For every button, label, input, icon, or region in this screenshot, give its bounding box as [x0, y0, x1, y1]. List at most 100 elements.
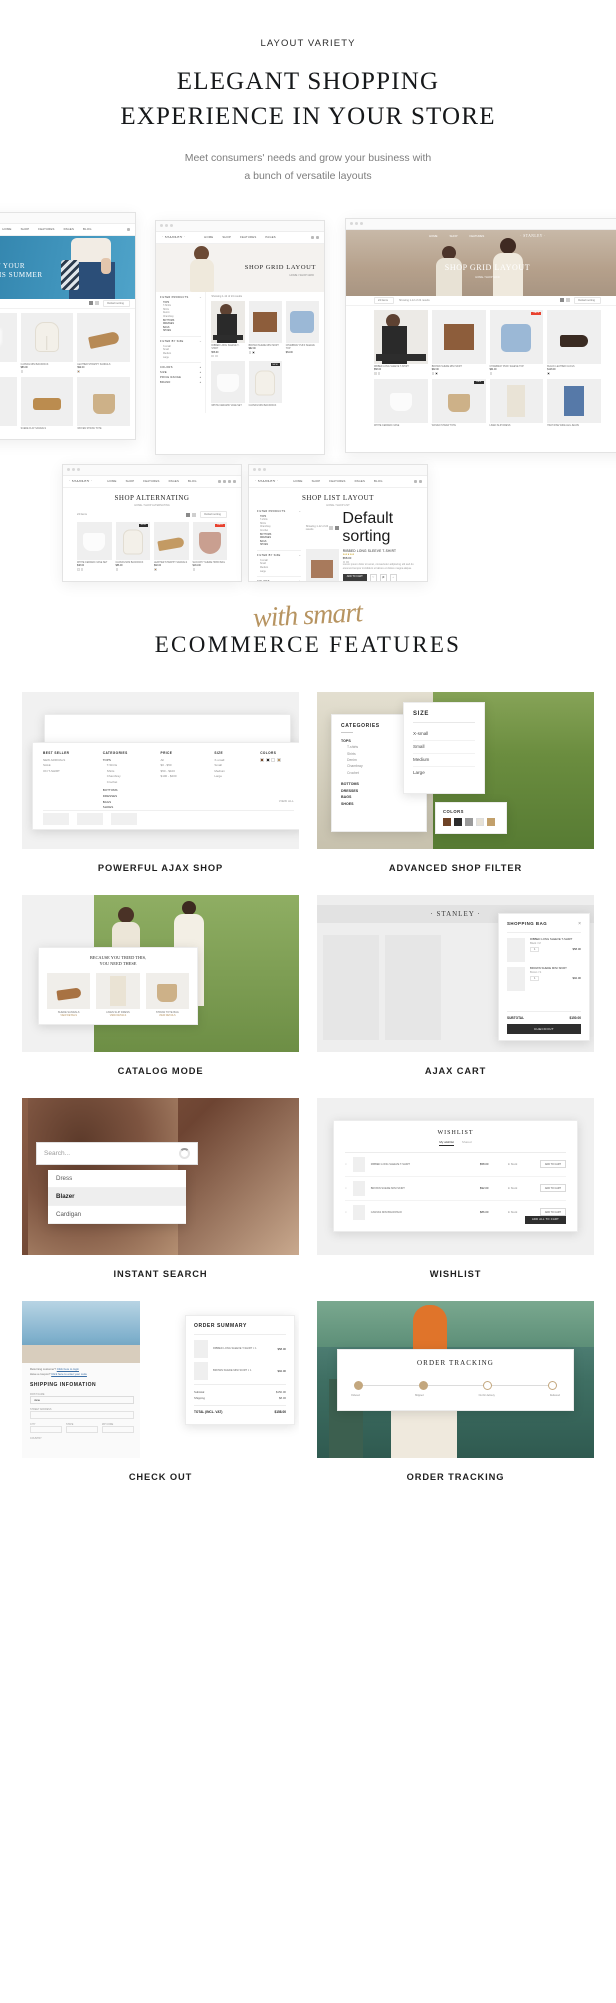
row-add-to-cart-button[interactable]: ADD TO CART [539, 1160, 566, 1169]
promo-tile[interactable] [111, 812, 137, 825]
grid-view-icon[interactable] [560, 298, 565, 303]
layout-preview-shop-grid-sidebar[interactable]: · STANLEY · HOME SHOP FEATURES PAGES SHO… [155, 219, 325, 455]
product-list-item[interactable]: RIBBED LONG SLEEVE T-SHIRT ★★★★★ $58.00 … [305, 548, 419, 581]
color-swatches[interactable] [431, 372, 486, 375]
preview-filter-sidebar[interactable]: FILTER PRODUCTS − TOPS T-Shirts Shirts De… [156, 291, 207, 413]
filter-colors-title[interactable]: COLORS+ [257, 580, 301, 581]
cart-line-item[interactable]: RIBBED LONG SLEEVE T-SHIRT Black / M 1 $… [507, 937, 581, 962]
menu-item[interactable]: Crochet [103, 780, 147, 786]
add-all-to-cart-button[interactable]: ADD ALL TO CART [524, 1215, 566, 1224]
product-card[interactable]: WHITE CERAMIC VASE SET $48.00 [0, 312, 17, 373]
layout-preview-shop-alternating[interactable]: · STANLEY · HOME SHOP FEATURES PAGES BLO… [62, 463, 242, 582]
filter-size-title[interactable]: FILTER BY SIZE − [257, 554, 301, 557]
grid-view-icon[interactable] [329, 525, 334, 530]
color-swatches[interactable] [260, 757, 294, 762]
product-card[interactable]: BROWN SUEDE MINI SKIRT $92.00 [431, 309, 486, 375]
nav-item-pages[interactable]: PAGES [64, 227, 74, 231]
view-mode-toggle[interactable] [560, 298, 571, 303]
product-card[interactable]: NEW CANVAS MINI BACKPACK $86.00 [115, 521, 150, 571]
wishlist-icon[interactable]: ♡ [369, 573, 377, 581]
quickview-icon[interactable]: ⌕ [389, 573, 397, 581]
account-icon[interactable] [223, 479, 226, 483]
filter-size-panel[interactable]: SIZE X-small Small Medium Large [403, 701, 485, 794]
tab-shared[interactable]: Shared [462, 1140, 472, 1146]
site-logo[interactable]: · STANLEY · [255, 479, 278, 483]
feature-card-powerful-ajax-shop[interactable]: BEST SELLER NEW ARRIVALS SALE ON T-SHIRT… [22, 691, 299, 873]
search-suggestion[interactable]: Dress [48, 1169, 186, 1188]
size-option[interactable]: Small [413, 741, 475, 753]
filter-button[interactable]: 24 Items [374, 296, 394, 304]
nav-item-shop[interactable]: SHOP [126, 479, 135, 483]
catalog-item[interactable]: STRAW TOTE BAG VIEW DETAILS [145, 973, 189, 1017]
sort-select[interactable]: Default sorting [103, 299, 130, 307]
color-swatches[interactable] [547, 372, 601, 375]
cart-icon[interactable] [127, 227, 130, 231]
search-bar[interactable]: Search... [36, 1141, 198, 1165]
nav-item-features[interactable]: FEATURES [38, 227, 54, 231]
remove-icon[interactable]: × [345, 1210, 347, 1214]
ajax-shop-megamenu[interactable]: BEST SELLER NEW ARRIVALS SALE ON T-SHIRT… [32, 741, 299, 830]
size-option[interactable]: X-small [413, 728, 475, 740]
product-card[interactable]: CANVAS MINI BACKPACK $86.00 [20, 312, 74, 373]
nav-item-blog[interactable]: BLOG [188, 479, 197, 483]
product-card[interactable]: LINEN SLIP DRESS [489, 378, 544, 428]
cart-item-qty[interactable]: 1 [530, 975, 540, 981]
nav-item-shop[interactable]: SHOP [222, 235, 231, 239]
size-option[interactable]: Medium [413, 754, 475, 766]
color-swatches[interactable] [443, 817, 499, 826]
search-icon[interactable] [414, 479, 417, 483]
cart-drawer[interactable]: SHOPPING BAG × RIBBED LONG SLEEVE T-SHIR… [498, 912, 590, 1041]
layout-preview-shop-list[interactable]: · STANLEY · HOME SHOP FEATURES PAGES BLO… [248, 463, 428, 582]
checkout-button[interactable]: CHECKOUT [507, 1023, 581, 1034]
filter-price-title[interactable]: PRICE RANGE + [160, 376, 201, 379]
catalog-item-cta[interactable]: VIEW DETAILS [96, 1014, 139, 1017]
row-add-to-cart-button[interactable]: ADD TO CART [539, 1184, 566, 1193]
filter-group[interactable]: SHOES [257, 544, 301, 548]
cart-icon[interactable] [316, 235, 319, 239]
view-mode-toggle[interactable] [186, 512, 197, 517]
color-swatches[interactable] [248, 351, 282, 354]
nav-item-home[interactable]: HOME [429, 234, 437, 238]
site-logo[interactable]: · STANLEY · [162, 235, 185, 239]
add-to-cart-button[interactable]: ADD TO CART [342, 573, 367, 581]
wishlist-row[interactable]: × BROWN SUEDE MINI SKIRT $92.00 In Stock… [345, 1177, 566, 1201]
cart-icon[interactable] [233, 479, 236, 483]
view-mode-toggle[interactable] [329, 525, 340, 530]
wishlist-icon[interactable] [228, 479, 231, 483]
store-logo[interactable]: · STANLEY · [430, 910, 480, 918]
login-link[interactable]: Click here to login [57, 1367, 79, 1371]
catalog-item-cta[interactable]: VIEW DETAILS [47, 1014, 90, 1017]
list-view-icon[interactable] [335, 525, 340, 530]
color-swatches[interactable] [154, 568, 189, 571]
nav-item-pages[interactable]: PAGES [355, 479, 365, 483]
nav-item-blog[interactable]: BLOG [83, 227, 92, 231]
grid-view-icon[interactable] [89, 301, 94, 306]
nav-item-shop[interactable]: SHOP [312, 479, 321, 483]
wishlist-panel[interactable]: WISHLIST My wishlist Shared × RIBBED LON… [333, 1119, 578, 1232]
product-card[interactable]: SALE CHAMBRAY PUFF SLEEVE TOP $64.00 [489, 309, 544, 375]
feature-card-check-out[interactable]: Returning customer? Click here to login … [22, 1300, 299, 1482]
nav-item-pages[interactable]: PAGES [265, 235, 275, 239]
sort-select[interactable]: Default sorting [342, 510, 419, 546]
search-icon[interactable] [311, 235, 314, 239]
list-view-icon[interactable] [95, 301, 100, 306]
compare-icon[interactable]: ⇄ [379, 573, 387, 581]
product-card[interactable]: NEW WOVEN STRAW TOTE [431, 378, 486, 428]
product-card[interactable]: WHITE CERAMIC VASE [374, 378, 428, 428]
list-view-icon[interactable] [192, 512, 197, 517]
color-swatches[interactable] [77, 568, 112, 571]
cart-item-qty[interactable]: 1 [530, 946, 540, 952]
color-swatches[interactable] [192, 568, 228, 571]
cart-line-item[interactable]: BROWN SUEDE MINI SKIRT Brown / S 1 $92.0… [507, 966, 581, 991]
close-icon[interactable]: × [578, 921, 581, 927]
filter-size2-title[interactable]: SIZE + [160, 371, 201, 374]
view-all-link[interactable]: VIEW ALL [279, 799, 294, 803]
feature-card-wishlist[interactable]: WISHLIST My wishlist Shared × RIBBED LON… [317, 1097, 594, 1279]
filter-size-option[interactable]: Large [160, 356, 201, 360]
layout-preview-shop-fullwidth[interactable]: HOME SHOP FEATURES PAGES BLOG PICK OUT Y… [0, 211, 136, 440]
color-swatches[interactable] [489, 372, 544, 375]
product-card[interactable]: WHITE CERAMIC VASE SET $48.00 [77, 521, 112, 571]
product-card[interactable]: BLACK LEATHER CLOGS $128.00 [547, 309, 601, 375]
catalog-item[interactable]: SUEDE SANDALS VIEW DETAILS [47, 973, 91, 1017]
feature-card-catalog-mode[interactable]: BECAUSE YOU TRIED THIS, YOU NEED THESE SU… [22, 894, 299, 1076]
